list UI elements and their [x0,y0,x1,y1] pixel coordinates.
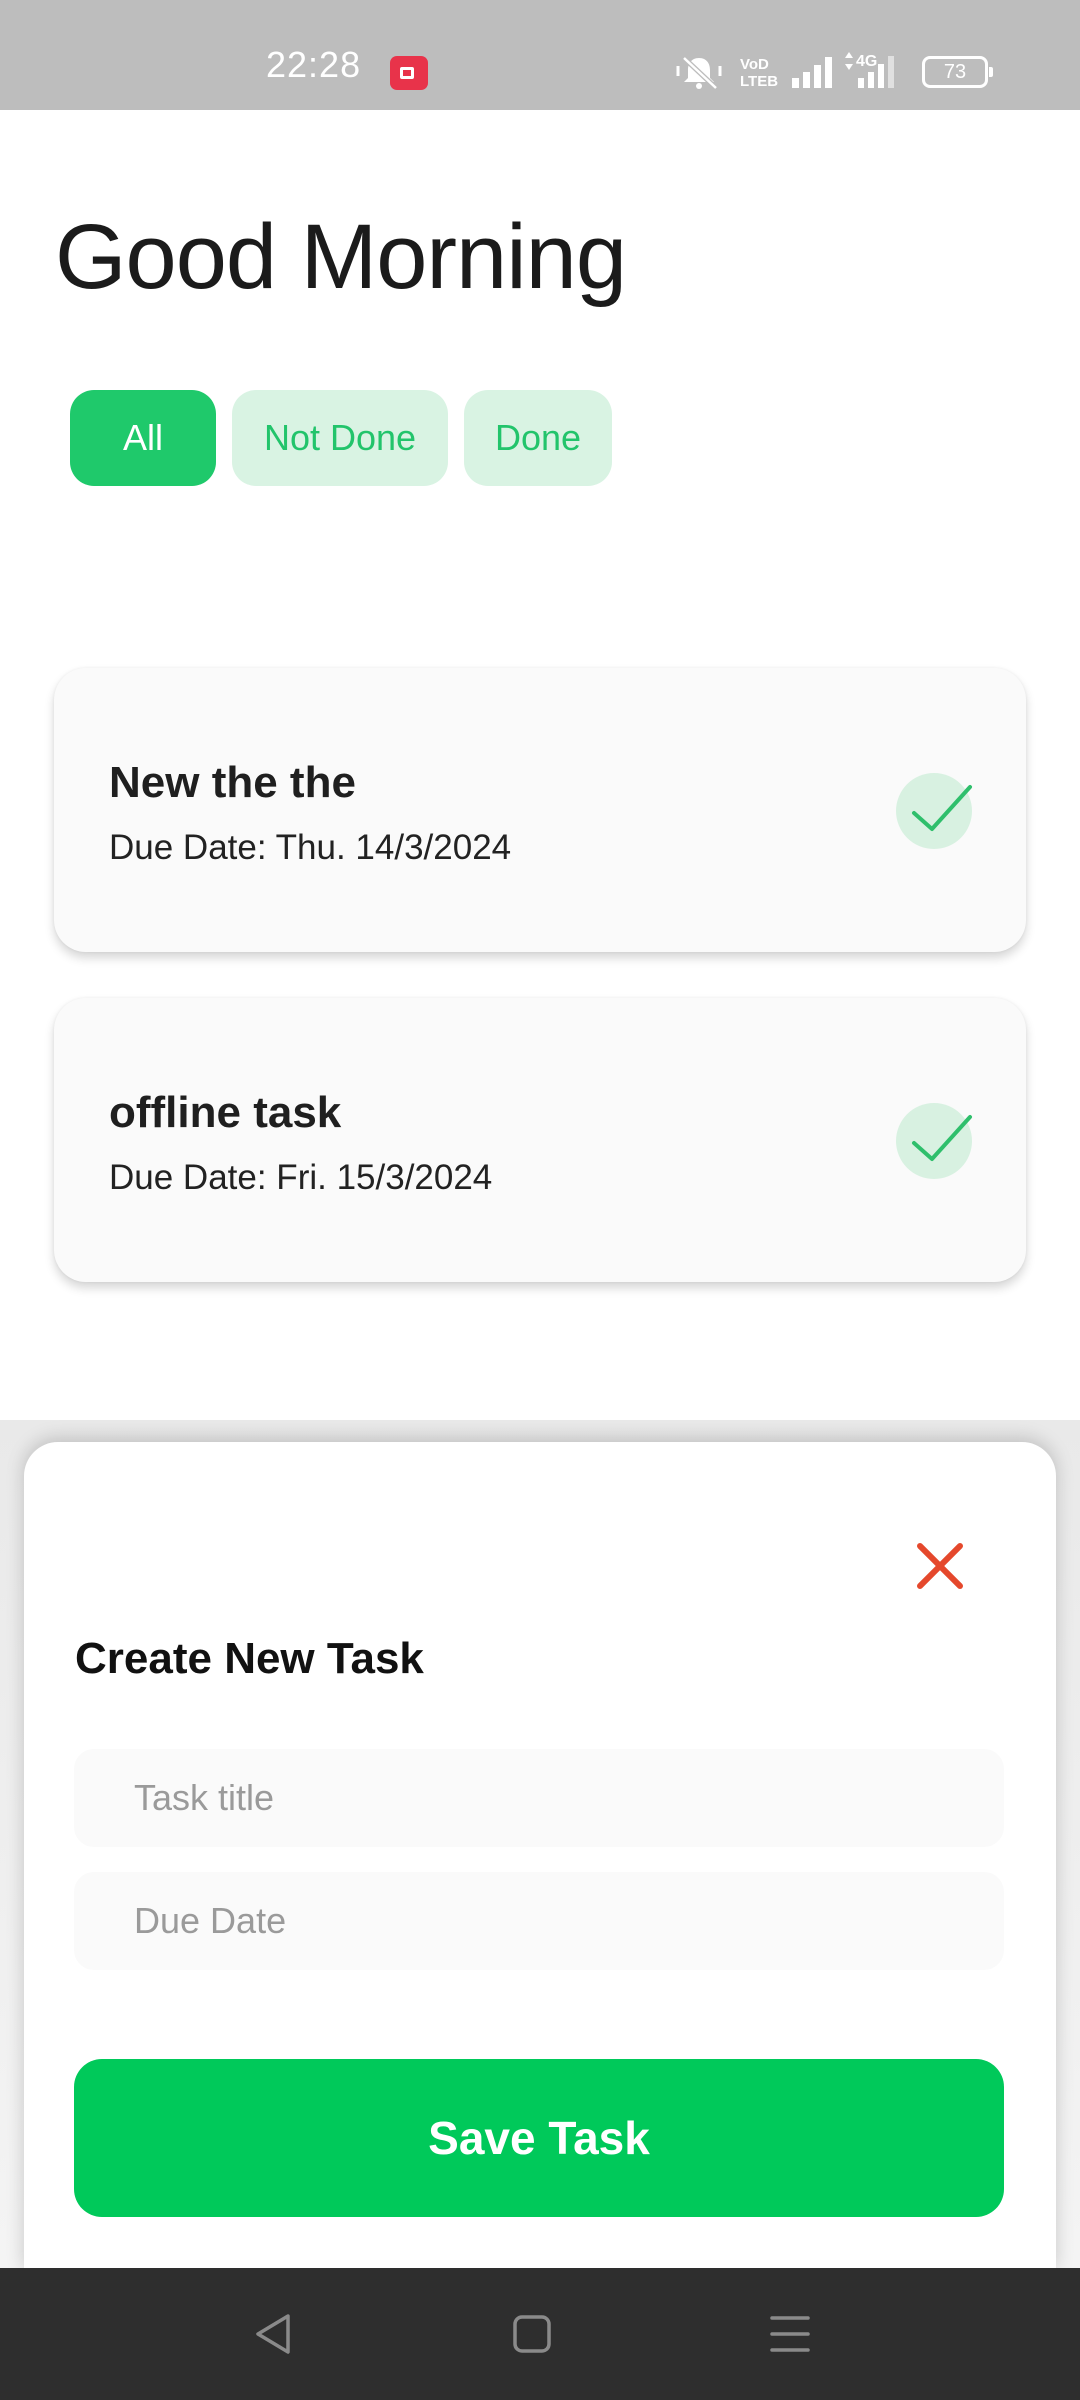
due-date-input[interactable] [74,1872,1004,1970]
filter-done-chip[interactable]: Done [464,390,612,486]
navigation-bar [0,2268,1080,2400]
svg-text:LTEB: LTEB [740,73,778,90]
back-icon[interactable] [244,2304,304,2364]
filter-not-done-chip[interactable]: Not Done [232,390,448,486]
svg-text:VoD: VoD [740,56,769,73]
home-icon[interactable] [502,2304,562,2364]
task-card[interactable]: offline task Due Date: Fri. 15/3/2024 [54,998,1026,1282]
save-task-button[interactable]: Save Task [74,2059,1004,2217]
status-time: 22:28 [266,44,362,85]
filter-chips: All Not Done Done [70,390,612,486]
task-title: offline task [109,1088,342,1137]
battery-icon: 73 [922,56,993,88]
filter-all-chip[interactable]: All [70,390,216,486]
svg-text:4G: 4G [856,53,877,70]
close-icon[interactable] [904,1530,976,1602]
status-bar: 22:28 VoD LTEB 4G 73 [0,0,1080,110]
check-icon[interactable] [896,773,972,849]
signal-icon [792,57,832,88]
task-card[interactable]: New the the Due Date: Thu. 14/3/2024 [54,668,1026,952]
page-title: Good Morning [55,206,627,308]
check-icon[interactable] [896,1103,972,1179]
task-due-date: Due Date: Thu. 14/3/2024 [109,828,512,867]
4g-signal-icon: 4G [845,52,894,88]
task-title-input[interactable] [74,1749,1004,1847]
create-task-sheet: Create New Task Save Task [24,1442,1056,2272]
task-title: New the the [109,758,356,807]
screen-record-icon [390,56,428,90]
menu-icon[interactable] [760,2304,820,2364]
task-due-date: Due Date: Fri. 15/3/2024 [109,1158,493,1197]
sheet-title: Create New Task [75,1634,424,1683]
volte-icon: VoD LTEB [738,54,778,94]
mute-icon [676,56,722,90]
